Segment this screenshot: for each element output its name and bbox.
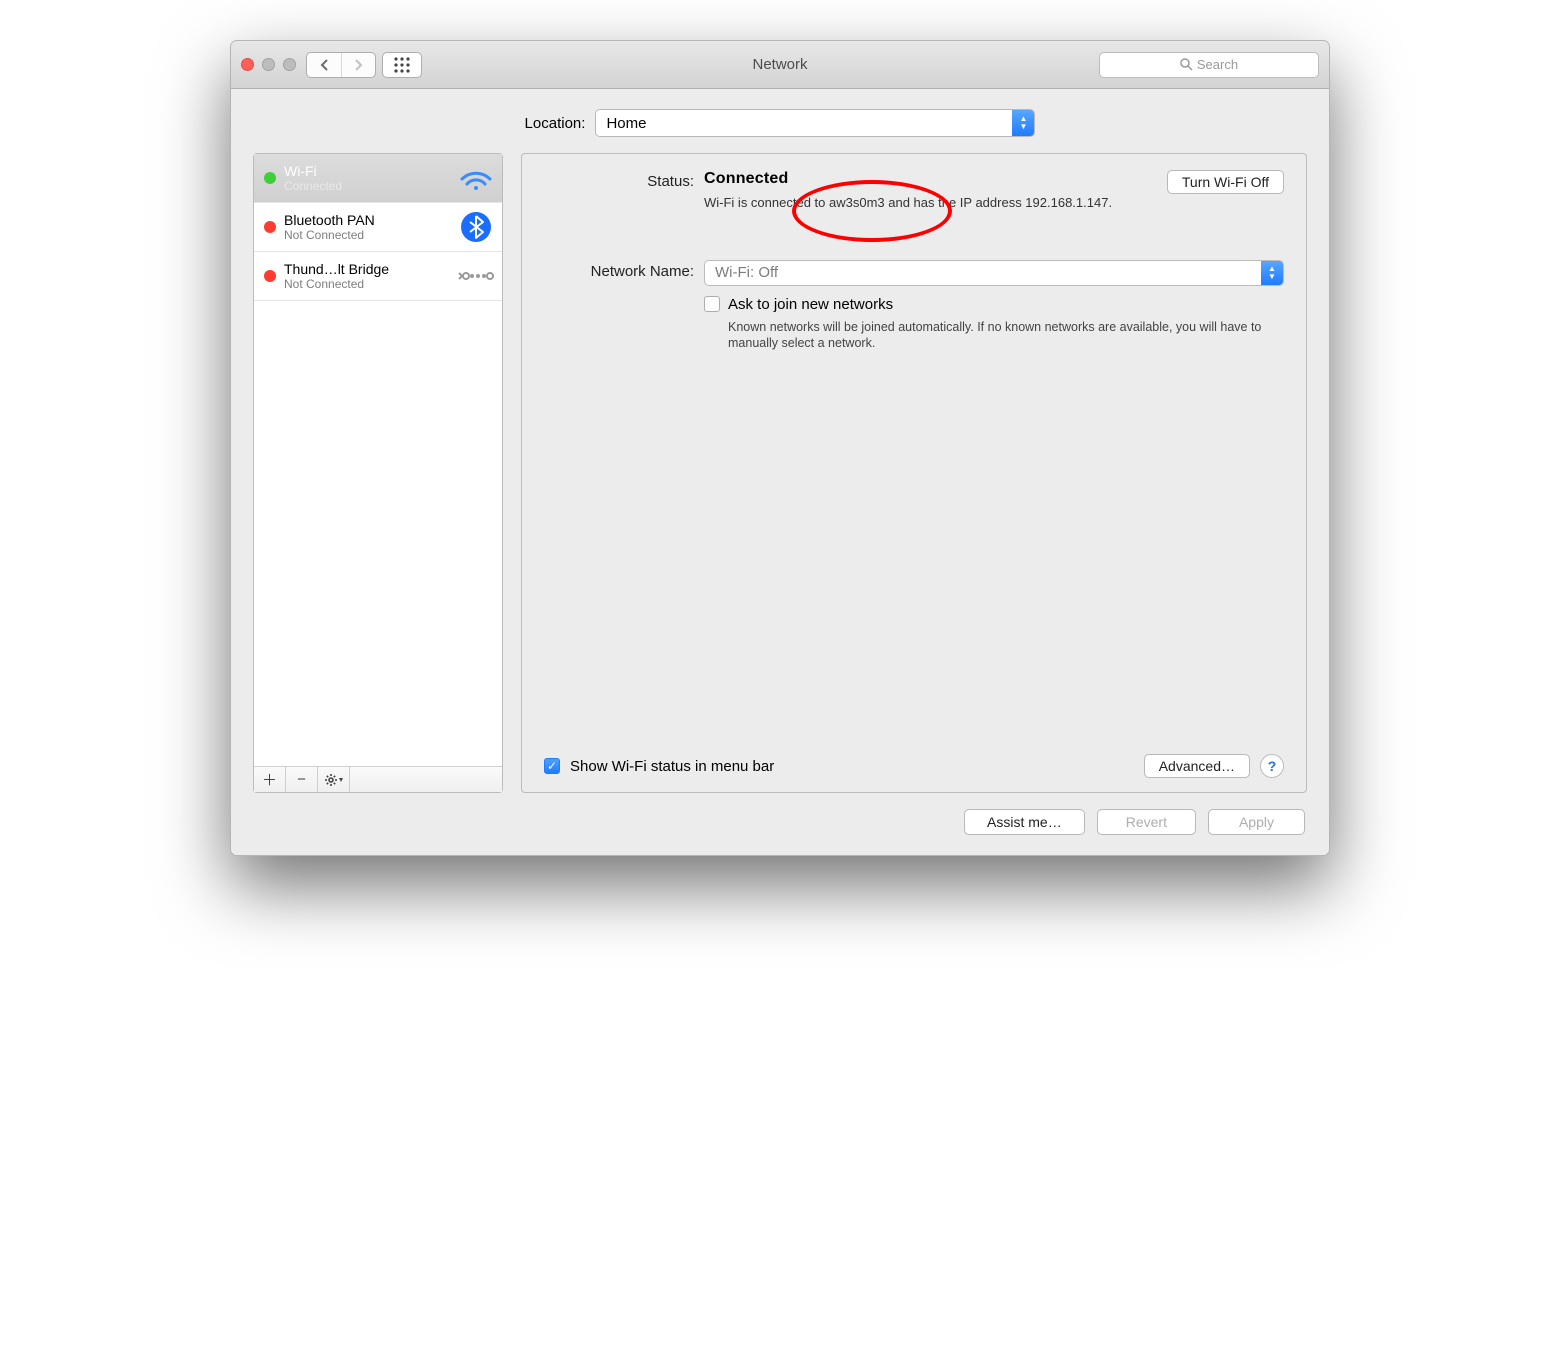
apply-button[interactable]: Apply <box>1208 809 1305 835</box>
forward-button[interactable] <box>341 53 375 77</box>
panel-bottom-row: ✓ Show Wi-Fi status in menu bar Advanced… <box>544 754 1284 778</box>
service-item-thunderbolt[interactable]: Thund…lt Bridge Not Connected <box>254 252 502 301</box>
chevron-left-icon <box>320 59 329 71</box>
status-label: Status: <box>544 170 704 190</box>
network-name-row: Network Name: Wi-Fi: Off ▲▼ Ask to join … <box>544 260 1284 353</box>
ask-to-join-checkbox[interactable] <box>704 296 720 312</box>
services-list: Wi-Fi Connected Bluetooth PAN Not Conn <box>254 154 502 766</box>
services-sidebar: Wi-Fi Connected Bluetooth PAN Not Conn <box>253 153 503 793</box>
location-popup[interactable]: Home ▲▼ <box>595 109 1035 137</box>
service-status: Not Connected <box>284 277 450 291</box>
traffic-lights <box>241 58 296 71</box>
show-wifi-status-checkbox[interactable]: ✓ <box>544 758 560 774</box>
network-name-value: Wi-Fi: Off <box>715 264 778 281</box>
show-all-prefs-button[interactable] <box>382 52 422 78</box>
status-dot-icon <box>264 221 276 233</box>
show-wifi-status-label: Show Wi-Fi status in menu bar <box>570 758 774 775</box>
network-name-popup[interactable]: Wi-Fi: Off ▲▼ <box>704 260 1284 286</box>
service-text: Bluetooth PAN Not Connected <box>284 212 450 242</box>
network-name-label: Network Name: <box>544 260 704 280</box>
location-value: Home <box>606 115 646 132</box>
status-dot-icon <box>264 172 276 184</box>
service-name: Wi-Fi <box>284 163 450 179</box>
wifi-icon <box>458 160 494 196</box>
service-item-wifi[interactable]: Wi-Fi Connected <box>254 154 502 203</box>
service-actions-menu[interactable] <box>318 767 350 792</box>
main-content: Wi-Fi Connected Bluetooth PAN Not Conn <box>253 153 1307 793</box>
sidebar-footer: ＋ − <box>254 766 502 792</box>
revert-button[interactable]: Revert <box>1097 809 1196 835</box>
service-name: Bluetooth PAN <box>284 212 450 228</box>
stepper-icon: ▲▼ <box>1261 261 1283 285</box>
status-row: Status: Connected Wi-Fi is connected to … <box>544 170 1284 212</box>
status-description: Wi-Fi is connected to aw3s0m3 and has th… <box>704 194 1151 212</box>
close-window-button[interactable] <box>241 58 254 71</box>
advanced-button[interactable]: Advanced… <box>1144 754 1250 778</box>
zoom-window-button[interactable] <box>283 58 296 71</box>
location-row: Location: Home ▲▼ <box>253 109 1307 137</box>
chevron-right-icon <box>354 59 363 71</box>
annotation-circle <box>792 180 952 242</box>
search-placeholder: Search <box>1197 57 1238 72</box>
status-dot-icon <box>264 270 276 282</box>
status-value: Connected <box>704 170 1151 188</box>
minimize-window-button[interactable] <box>262 58 275 71</box>
service-status: Not Connected <box>284 228 450 242</box>
network-prefpane-window: Network Search Location: Home ▲▼ <box>230 40 1330 856</box>
search-icon <box>1180 58 1193 71</box>
turn-wifi-off-button[interactable]: Turn Wi-Fi Off <box>1167 170 1284 194</box>
search-field[interactable]: Search <box>1099 52 1319 78</box>
stepper-icon: ▲▼ <box>1012 110 1034 136</box>
service-item-bluetooth[interactable]: Bluetooth PAN Not Connected <box>254 203 502 252</box>
service-text: Wi-Fi Connected <box>284 163 450 193</box>
remove-service-button[interactable]: − <box>286 767 318 792</box>
location-label: Location: <box>525 115 586 132</box>
ask-to-join-row: Ask to join new networks Known networks … <box>704 296 1284 353</box>
add-service-button[interactable]: ＋ <box>254 767 286 792</box>
grid-icon <box>394 57 410 73</box>
gear-icon <box>324 773 344 787</box>
nav-button-group <box>306 52 376 78</box>
service-status: Connected <box>284 179 450 193</box>
ask-to-join-label: Ask to join new networks <box>728 296 1284 313</box>
assist-me-button[interactable]: Assist me… <box>964 809 1085 835</box>
window-body: Location: Home ▲▼ Wi-Fi Connected <box>231 89 1329 855</box>
back-button[interactable] <box>307 53 341 77</box>
service-details-panel: Status: Connected Wi-Fi is connected to … <box>521 153 1307 793</box>
thunderbolt-bridge-icon <box>458 258 494 294</box>
window-footer: Assist me… Revert Apply <box>253 793 1307 837</box>
service-text: Thund…lt Bridge Not Connected <box>284 261 450 291</box>
help-button[interactable]: ? <box>1260 754 1284 778</box>
titlebar: Network Search <box>231 41 1329 89</box>
service-name: Thund…lt Bridge <box>284 261 450 277</box>
bluetooth-icon <box>458 209 494 245</box>
ask-to-join-description: Known networks will be joined automatica… <box>728 319 1284 353</box>
